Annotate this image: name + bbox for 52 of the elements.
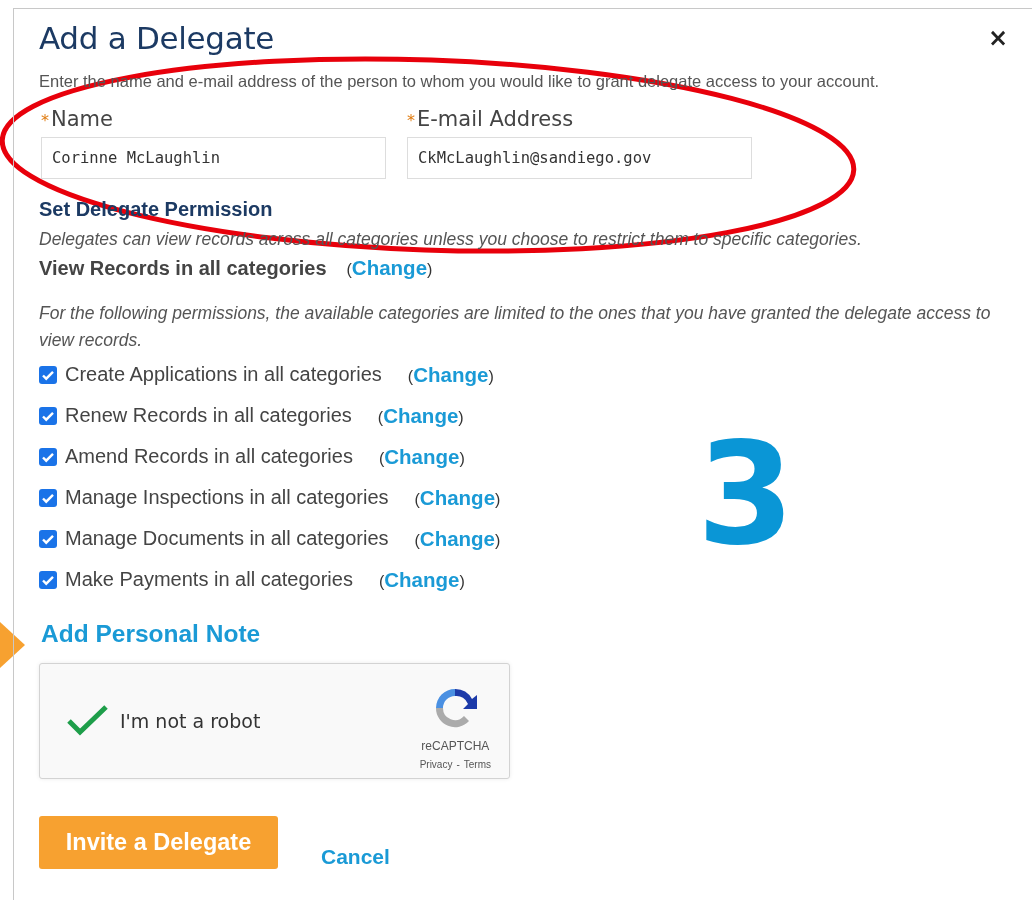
parenthesis: ): [427, 261, 433, 278]
permission-label: Create Applications in all categories: [65, 363, 382, 386]
checkbox[interactable]: [39, 365, 57, 384]
change-link[interactable]: Change: [419, 485, 496, 510]
permission-note: For the following permissions, the available categories are limited to the ones that you have granted the delegate access to view records.: [39, 302, 992, 352]
text-field[interactable]: CkMcLaughlin@sandiego.gov: [407, 137, 752, 179]
checkbox[interactable]: [39, 529, 57, 548]
view-records-label: View Records in all categories: [39, 256, 327, 280]
change-link[interactable]: Change: [351, 256, 428, 280]
checkbox[interactable]: [39, 488, 57, 507]
parenthesis: ): [495, 531, 501, 549]
checkbox[interactable]: [39, 406, 57, 425]
permission-label: Manage Documents in all categories: [65, 527, 389, 550]
checkbox[interactable]: [39, 570, 57, 589]
required-asterisk: *: [407, 111, 415, 130]
text-field[interactable]: Corinne McLaughlin: [41, 137, 386, 179]
required-asterisk: *: [41, 111, 49, 130]
field-label: E-mail Address: [417, 107, 574, 131]
separator: -: [456, 758, 460, 770]
parenthesis: ): [458, 408, 464, 426]
step-number: 3: [697, 425, 795, 565]
add-note-link[interactable]: Add Personal Note: [41, 620, 261, 648]
invite-button[interactable]: Invite a Delegate: [39, 816, 278, 869]
permission-label: Manage Inspections in all categories: [65, 486, 389, 509]
change-link[interactable]: Change: [384, 567, 460, 592]
parenthesis: (: [346, 261, 352, 278]
change-link[interactable]: Change: [383, 403, 459, 428]
parenthesis: ): [459, 449, 465, 467]
parenthesis: (: [407, 367, 414, 385]
change-link[interactable]: Change: [419, 526, 496, 551]
permission-label: Amend Records in all categories: [65, 445, 353, 468]
parenthesis: (: [377, 408, 384, 426]
parenthesis: (: [414, 531, 420, 549]
parenthesis: (: [414, 490, 420, 508]
captcha-label: I'm not a robot: [120, 710, 262, 732]
parenthesis: ): [495, 490, 501, 508]
terms-link[interactable]: Terms: [463, 758, 491, 770]
parenthesis: (: [378, 449, 385, 467]
change-link[interactable]: Change: [413, 362, 489, 387]
cancel-link[interactable]: Cancel: [321, 845, 390, 869]
permission-label: Make Payments in all categories: [65, 568, 353, 591]
field-label: Name: [51, 107, 113, 131]
parenthesis: ): [459, 572, 465, 590]
checkbox[interactable]: [39, 447, 57, 466]
permission-label: Renew Records in all categories: [65, 404, 352, 427]
dialog-title: Add a Delegate: [39, 20, 275, 56]
recaptcha-label: reCAPTCHA: [421, 738, 490, 753]
change-link[interactable]: Change: [384, 444, 460, 469]
privacy-link[interactable]: Privacy: [419, 758, 453, 770]
parenthesis: ): [488, 367, 494, 385]
parenthesis: (: [378, 572, 385, 590]
close-button[interactable]: ×: [983, 24, 1012, 52]
